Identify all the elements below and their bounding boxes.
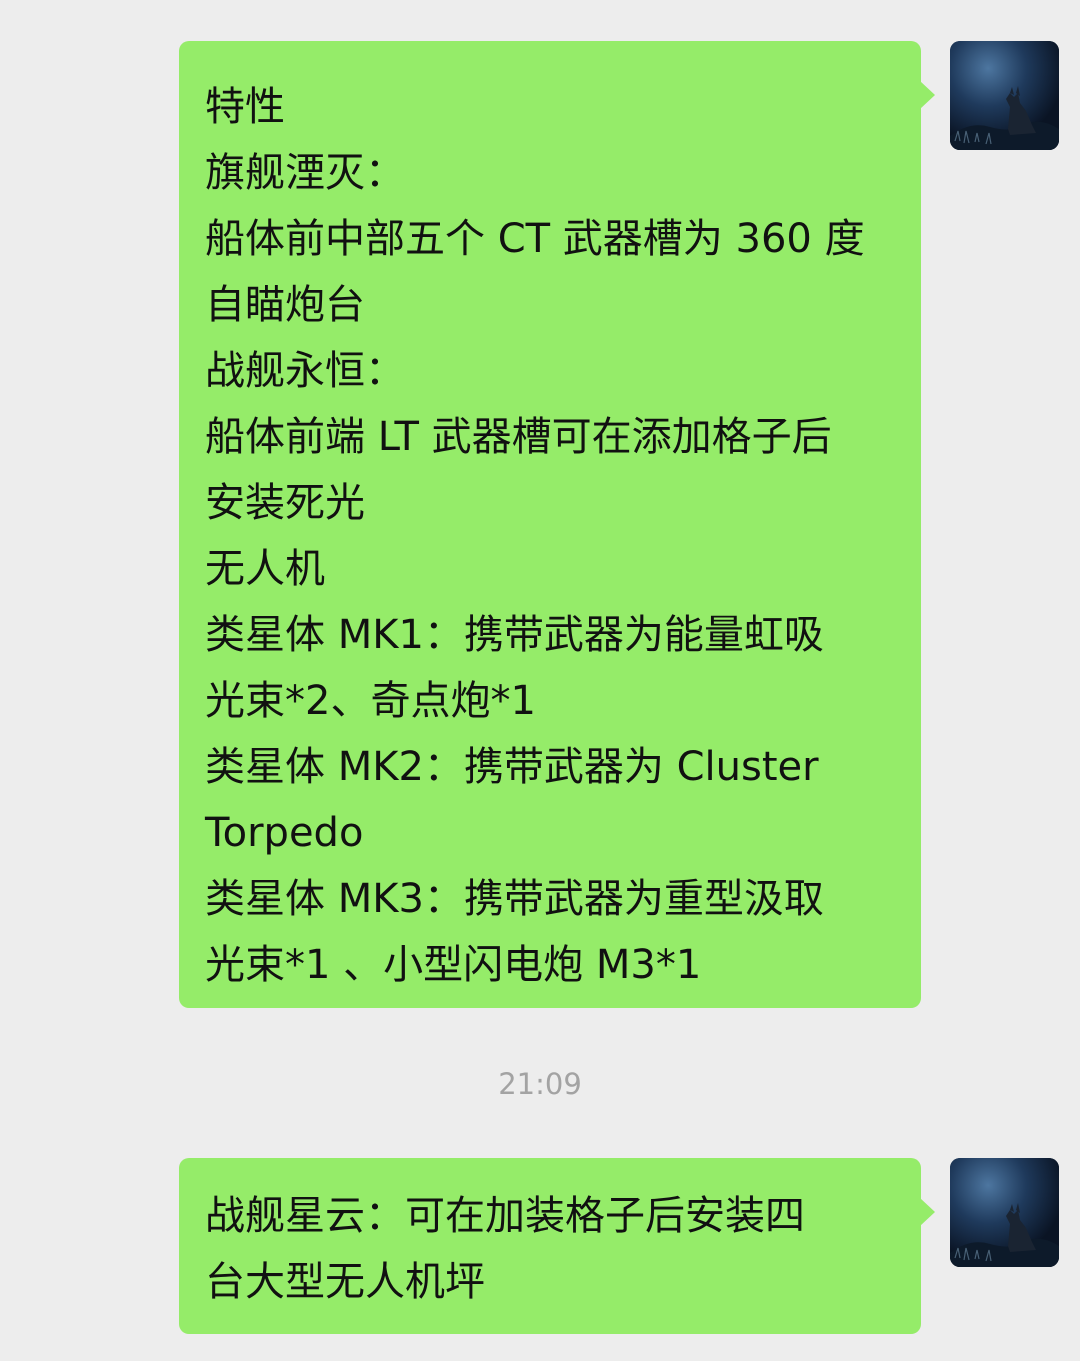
message-line: 战舰星云：可在加装格子后安装四 <box>205 1193 805 1239</box>
avatar[interactable] <box>950 1158 1059 1267</box>
message-line: 安装死光 <box>205 480 365 526</box>
message-line: Torpedo <box>205 810 364 856</box>
message-bubble[interactable]: 特性 旗舰湮灭： 船体前中部五个 CT 武器槽为 360 度 自瞄炮台 战舰永恒… <box>179 41 935 1008</box>
message-bubble[interactable]: 战舰星云：可在加装格子后安装四 台大型无人机坪 <box>179 1158 935 1334</box>
message-timestamp: 21:09 <box>498 1067 582 1101</box>
message-line: 船体前端 LT 武器槽可在添加格子后 <box>205 414 832 460</box>
chat-view[interactable]: 特性 旗舰湮灭： 船体前中部五个 CT 武器槽为 360 度 自瞄炮台 战舰永恒… <box>0 0 1080 1361</box>
message-line: 光束*2、奇点炮*1 <box>205 678 536 724</box>
message-line: 船体前中部五个 CT 武器槽为 360 度 <box>205 216 865 262</box>
message-line: 光束*1 、小型闪电炮 M3*1 <box>205 942 702 988</box>
message-line: 无人机 <box>205 546 325 592</box>
message-line: 类星体 MK1：携带武器为能量虹吸 <box>205 612 824 658</box>
message-line: 特性 <box>205 84 285 130</box>
message-line: 自瞄炮台 <box>205 282 365 328</box>
message-line: 类星体 MK2：携带武器为 Cluster <box>205 744 819 790</box>
bubble-tail <box>920 1198 935 1226</box>
message-line: 旗舰湮灭： <box>205 150 405 196</box>
message-line: 类星体 MK3：携带武器为重型汲取 <box>205 876 824 922</box>
message-line: 战舰永恒： <box>205 348 405 394</box>
wolf-night-avatar-icon <box>950 41 1059 150</box>
wolf-night-avatar-icon <box>950 1158 1059 1267</box>
bubble-tail <box>920 81 935 109</box>
message-line: 台大型无人机坪 <box>205 1259 485 1305</box>
avatar[interactable] <box>950 41 1059 150</box>
